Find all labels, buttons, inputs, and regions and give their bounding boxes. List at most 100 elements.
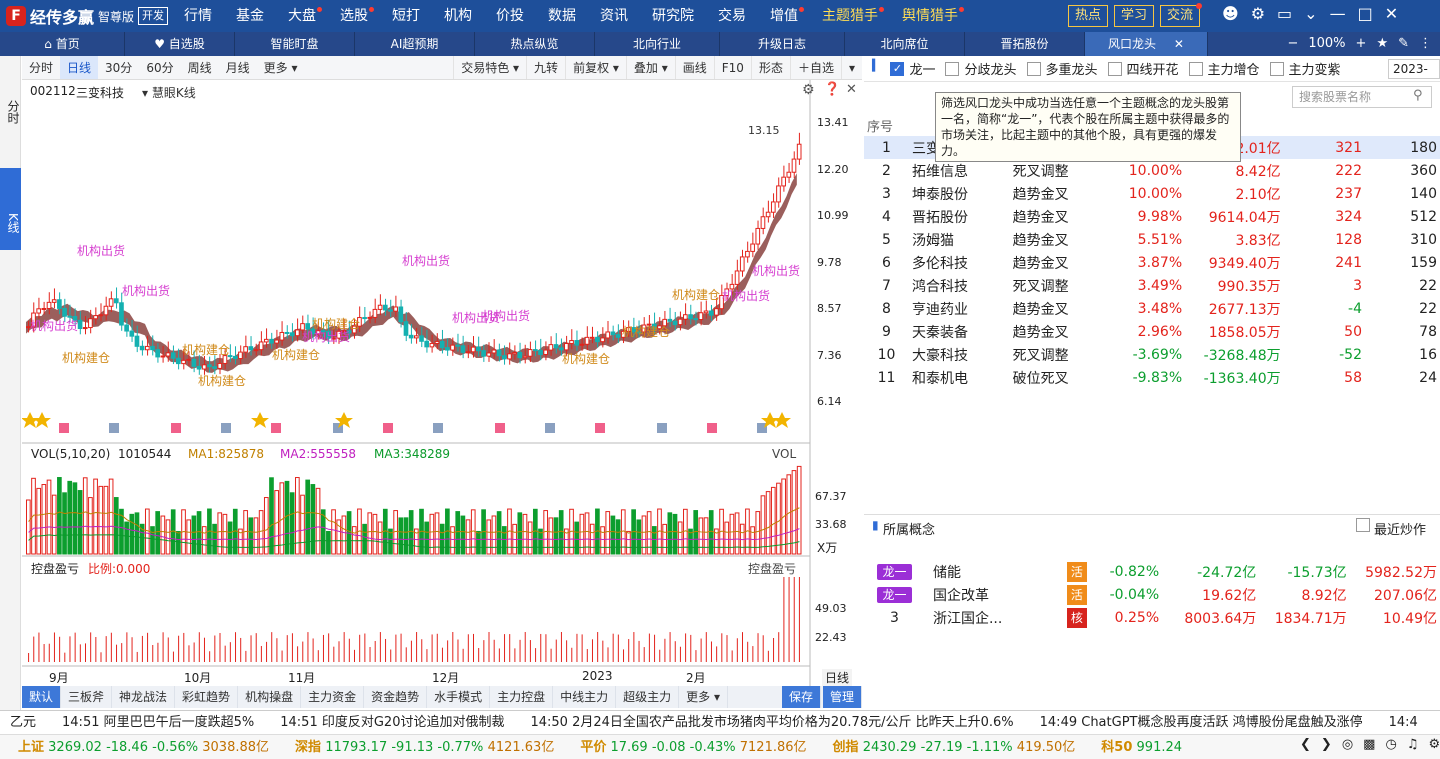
date-picker[interactable]: 2023-02: [1388, 59, 1440, 79]
table-row[interactable]: 8 亨迪药业 趋势金叉 3.48% 2677.13万 -4 22: [864, 297, 1440, 320]
chevron-down-icon[interactable]: ⌄: [1304, 4, 1317, 23]
news-item[interactable]: 乙元: [10, 711, 36, 734]
indicator-action-1[interactable]: 管理: [822, 686, 862, 708]
index-item[interactable]: 平价 17.69 -0.08 -0.43% 7121.86亿: [580, 735, 806, 759]
period-0[interactable]: 分时: [22, 56, 60, 79]
maximize-icon[interactable]: □: [1358, 4, 1373, 23]
table-row[interactable]: 9 天秦装备 趋势金叉 2.96% 1858.05万 50 78: [864, 320, 1440, 343]
tab-7[interactable]: 北向席位: [845, 32, 965, 56]
news-ticker[interactable]: 乙元 14:51 阿里巴巴午后一度跌超5% 14:51 印度反对G20讨论追加对俄制…: [0, 710, 1440, 734]
index-item[interactable]: 科50 991.24: [1101, 735, 1182, 759]
chart-tool-5[interactable]: F10: [713, 56, 751, 79]
checkbox[interactable]: [1269, 61, 1284, 76]
table-row[interactable]: 3 浙江国企... 核 0.25% 8003.64万 1834.71万 10.49亿: [864, 606, 1440, 629]
menu-item-2[interactable]: 大盘: [276, 0, 328, 32]
bell-icon[interactable]: ♫: [1407, 737, 1419, 752]
news-item[interactable]: 14:51 印度反对G20讨论追加对俄制裁: [280, 711, 504, 734]
bars-icon[interactable]: ▩: [1363, 737, 1375, 752]
menu-item-7[interactable]: 数据: [536, 0, 588, 32]
top-button-2[interactable]: 交流: [1160, 3, 1203, 27]
indicator-tab-4[interactable]: 机构操盘: [238, 686, 302, 708]
minimize-icon[interactable]: —: [1330, 4, 1346, 23]
indicator-tab-10[interactable]: 超级主力: [616, 686, 680, 708]
period-2[interactable]: 30分: [98, 56, 139, 79]
help-icon[interactable]: ❓: [824, 82, 840, 97]
top-button-0[interactable]: 热点: [1068, 5, 1109, 27]
news-item[interactable]: 14:51 阿里巴巴午后一度跌超5%: [62, 711, 254, 734]
index-item[interactable]: 深指 11793.17 -91.13 -0.77% 4121.63亿: [295, 735, 554, 759]
zoom-out-icon[interactable]: −: [1287, 32, 1298, 56]
tab-2[interactable]: 智能盯盘: [235, 32, 355, 56]
table-row[interactable]: 10 大豪科技 死叉调整 -3.69% -3268.48万 -52 16: [864, 343, 1440, 366]
close-icon[interactable]: ✕: [846, 82, 857, 97]
menu-item-9[interactable]: 研究院: [640, 0, 706, 32]
index-item[interactable]: 创指 2430.29 -27.19 -1.11% 419.50亿: [833, 735, 1076, 759]
more-icon[interactable]: ⋮: [1419, 32, 1432, 56]
checkbox[interactable]: [1188, 61, 1203, 76]
tab-8[interactable]: 晋拓股份: [965, 32, 1085, 56]
arrow-right-icon[interactable]: ❯: [1321, 737, 1332, 752]
gear-icon[interactable]: ⚙: [1251, 4, 1265, 23]
checkbox[interactable]: [945, 61, 960, 76]
chart-tool-1[interactable]: 九转: [526, 56, 565, 79]
close-icon[interactable]: ✕: [1170, 37, 1184, 51]
checkbox[interactable]: ✓: [890, 61, 905, 76]
filter-3[interactable]: 四线开花: [1107, 59, 1179, 78]
table-row[interactable]: 4 晋拓股份 趋势金叉 9.98% 9614.04万 324 512: [864, 205, 1440, 228]
indicator-tab-9[interactable]: 中线主力: [553, 686, 617, 708]
indicator-action-0[interactable]: 保存: [781, 686, 821, 708]
menu-item-13[interactable]: 舆情猎手: [890, 0, 970, 32]
indicator-tab-3[interactable]: 彩虹趋势: [175, 686, 239, 708]
tab-0[interactable]: ⌂ 首页: [0, 32, 125, 56]
indicator-tab-1[interactable]: 三板斧: [61, 686, 113, 708]
checkbox[interactable]: [1026, 61, 1041, 76]
menu-item-10[interactable]: 交易: [706, 0, 758, 32]
indicator-tab-0[interactable]: 默认: [22, 686, 62, 708]
indicator-tab-11[interactable]: 更多 ▾: [679, 686, 729, 708]
menu-item-12[interactable]: 主题猎手: [810, 0, 890, 32]
huiyan-indicator[interactable]: ▾ 慧眼K线: [142, 84, 196, 101]
checkbox[interactable]: [1107, 61, 1122, 76]
menu-item-0[interactable]: 行情: [172, 0, 224, 32]
view-kline[interactable]: K线: [0, 168, 21, 250]
table-row[interactable]: 11 和泰机电 破位死叉 -9.83% -1363.40万 58 24: [864, 366, 1440, 389]
news-item[interactable]: 14:50 2月24日全国农产品批发市场猪肉平均价格为20.78元/公斤 比昨天…: [530, 711, 1013, 734]
menu-item-6[interactable]: 价投: [484, 0, 536, 32]
indicator-tab-8[interactable]: 主力控盘: [490, 686, 554, 708]
star-icon[interactable]: ★: [1376, 32, 1388, 56]
period-6[interactable]: 更多 ▾: [257, 56, 305, 79]
period-5[interactable]: 月线: [219, 56, 257, 79]
tab-4[interactable]: 热点纵览: [475, 32, 595, 56]
tab-9[interactable]: 风口龙头 ✕: [1085, 32, 1208, 56]
filter-5[interactable]: 主力变紫: [1269, 59, 1341, 78]
filter-1[interactable]: 分歧龙头: [945, 59, 1017, 78]
layout-icon[interactable]: ▭: [1277, 4, 1292, 23]
tab-5[interactable]: 北向行业: [595, 32, 720, 56]
indicator-tab-5[interactable]: 主力资金: [301, 686, 365, 708]
period-1[interactable]: 日线: [60, 56, 99, 79]
indicator-tab-6[interactable]: 资金趋势: [364, 686, 428, 708]
menu-item-8[interactable]: 资讯: [588, 0, 640, 32]
tab-3[interactable]: AI超预期: [355, 32, 475, 56]
kline-chart[interactable]: 机构建仓 机构出货 机构出货 机构出货 机构建仓 机构建仓 机构建仓 机构出货 机构建仓 机构出货…: [22, 80, 862, 686]
arrow-left-icon[interactable]: ❮: [1300, 737, 1311, 752]
recent-hype-checkbox[interactable]: [1356, 518, 1370, 532]
pen-icon[interactable]: ✎: [1398, 32, 1409, 56]
chart-tool-4[interactable]: 画线: [674, 56, 714, 79]
chart-tool-7[interactable]: ＋自选: [789, 56, 841, 79]
search-icon[interactable]: ⚲: [1413, 88, 1423, 103]
table-row[interactable]: 7 鸿合科技 死叉调整 3.49% 990.35万 3 22: [864, 274, 1440, 297]
settings-icon[interactable]: ⚙: [1428, 737, 1440, 752]
chart-tool-3[interactable]: 叠加 ▾: [625, 56, 675, 79]
chart-tool-2[interactable]: 前复权 ▾: [565, 56, 626, 79]
table-row[interactable]: 龙一 国企改革 活 -0.04% 19.62亿 8.92亿 207.06亿: [864, 583, 1440, 606]
view-intraday[interactable]: 分时: [0, 92, 21, 132]
menu-item-1[interactable]: 基金: [224, 0, 276, 32]
news-item[interactable]: 14:4: [1389, 711, 1418, 734]
chart-tool-0[interactable]: 交易特色 ▾: [453, 56, 526, 79]
table-row[interactable]: 5 汤姆猫 趋势金叉 5.51% 3.83亿 128 310: [864, 228, 1440, 251]
dev-badge[interactable]: 开发: [138, 7, 169, 25]
table-row[interactable]: 6 多伦科技 趋势金叉 3.87% 9349.40万 241 159: [864, 251, 1440, 274]
menu-item-5[interactable]: 机构: [432, 0, 484, 32]
zoom-in-icon[interactable]: +: [1356, 32, 1367, 56]
